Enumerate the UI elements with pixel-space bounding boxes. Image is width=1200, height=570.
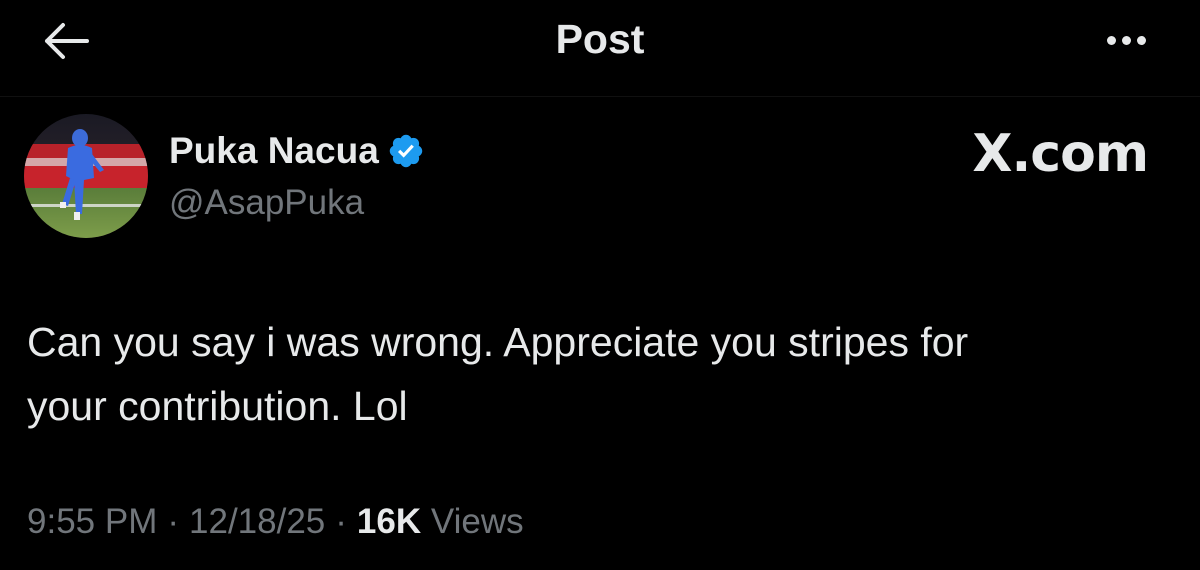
avatar-image (24, 114, 148, 238)
more-options-button[interactable] (1096, 20, 1156, 60)
author-row: Puka Nacua (169, 128, 425, 174)
header-divider (0, 96, 1200, 97)
post-text: Can you say i was wrong. Appreciate you … (27, 319, 969, 429)
arrow-left-icon (45, 23, 89, 59)
x-com-watermark: X.com (972, 124, 1149, 184)
author-display-name[interactable]: Puka Nacua (169, 128, 379, 174)
page-title: Post (555, 16, 645, 62)
avatar[interactable] (24, 114, 148, 238)
back-button[interactable] (30, 14, 100, 68)
views-count[interactable]: 16K (357, 502, 421, 541)
more-horizontal-icon (1104, 35, 1149, 45)
author-handle[interactable]: @AsapPuka (169, 181, 364, 225)
post-date[interactable]: 12/18/25 (189, 502, 325, 541)
meta-separator: · (167, 502, 180, 541)
post-time[interactable]: 9:55 PM (27, 502, 157, 541)
verified-badge-icon (387, 132, 425, 170)
views-label: Views (430, 502, 524, 541)
top-bar: Post (0, 0, 1200, 96)
post-metadata: 9:55 PM · 12/18/25 · 16K Views (27, 497, 524, 547)
meta-separator: · (335, 502, 347, 541)
